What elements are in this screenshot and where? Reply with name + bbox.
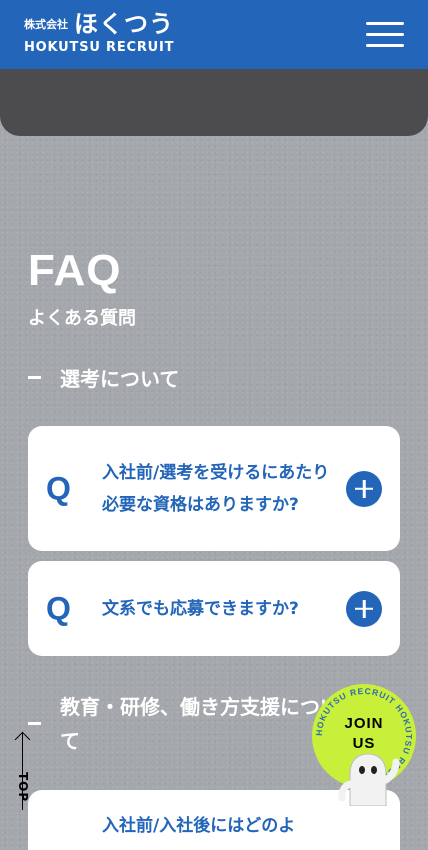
logo-company-prefix: 株式会社 (24, 18, 68, 31)
section-heading-training: 教育・研修、働き方支援について (28, 690, 348, 758)
plus-icon[interactable] (346, 470, 382, 507)
faq-question: 入社前/選考を受けるにあたり必要な資格はありますか? (102, 462, 330, 515)
join-label: JOIN (344, 715, 384, 732)
faq-item[interactable]: Q 文系でも応募できますか? (28, 561, 400, 656)
page-title: FAQ (28, 246, 122, 295)
hamburger-menu-button[interactable] (366, 22, 406, 48)
dash-icon (28, 722, 41, 725)
mascot-icon (338, 753, 400, 806)
section-heading-text: 選考について (60, 367, 180, 391)
hamburger-menu-icon (366, 22, 404, 25)
site-header: 株式会社 ほくつう HOKUTSU RECRUIT (0, 0, 428, 69)
top-label: TOP (16, 772, 30, 803)
faq-item[interactable]: Q 入社前/選考を受けるにあたり必要な資格はありますか? (28, 426, 400, 551)
section-heading-text: 教育・研修、働き方支援について (60, 695, 340, 753)
faq-question: 入社前/入社後にはどのよ (102, 816, 296, 836)
faq-question: 文系でも応募できますか? (102, 598, 299, 619)
logo-en-text: HOKUTSU RECRUIT (24, 40, 175, 55)
q-icon: Q (46, 590, 71, 626)
dash-icon (28, 376, 41, 379)
page-subtitle: よくある質問 (28, 308, 136, 329)
join-us-button[interactable]: HOKUTSU RECRUIT HOKUTSU RECRUIT JOIN US (312, 684, 416, 806)
plus-icon[interactable] (346, 590, 382, 627)
back-to-top-button[interactable]: TOP (14, 726, 44, 810)
hero-panel-bottom (0, 60, 428, 136)
logo-jp-text: ほくつう (74, 10, 174, 38)
q-icon: Q (46, 470, 71, 506)
logo[interactable]: 株式会社 ほくつう (24, 12, 174, 36)
section-heading-selection: 選考について (28, 363, 179, 392)
